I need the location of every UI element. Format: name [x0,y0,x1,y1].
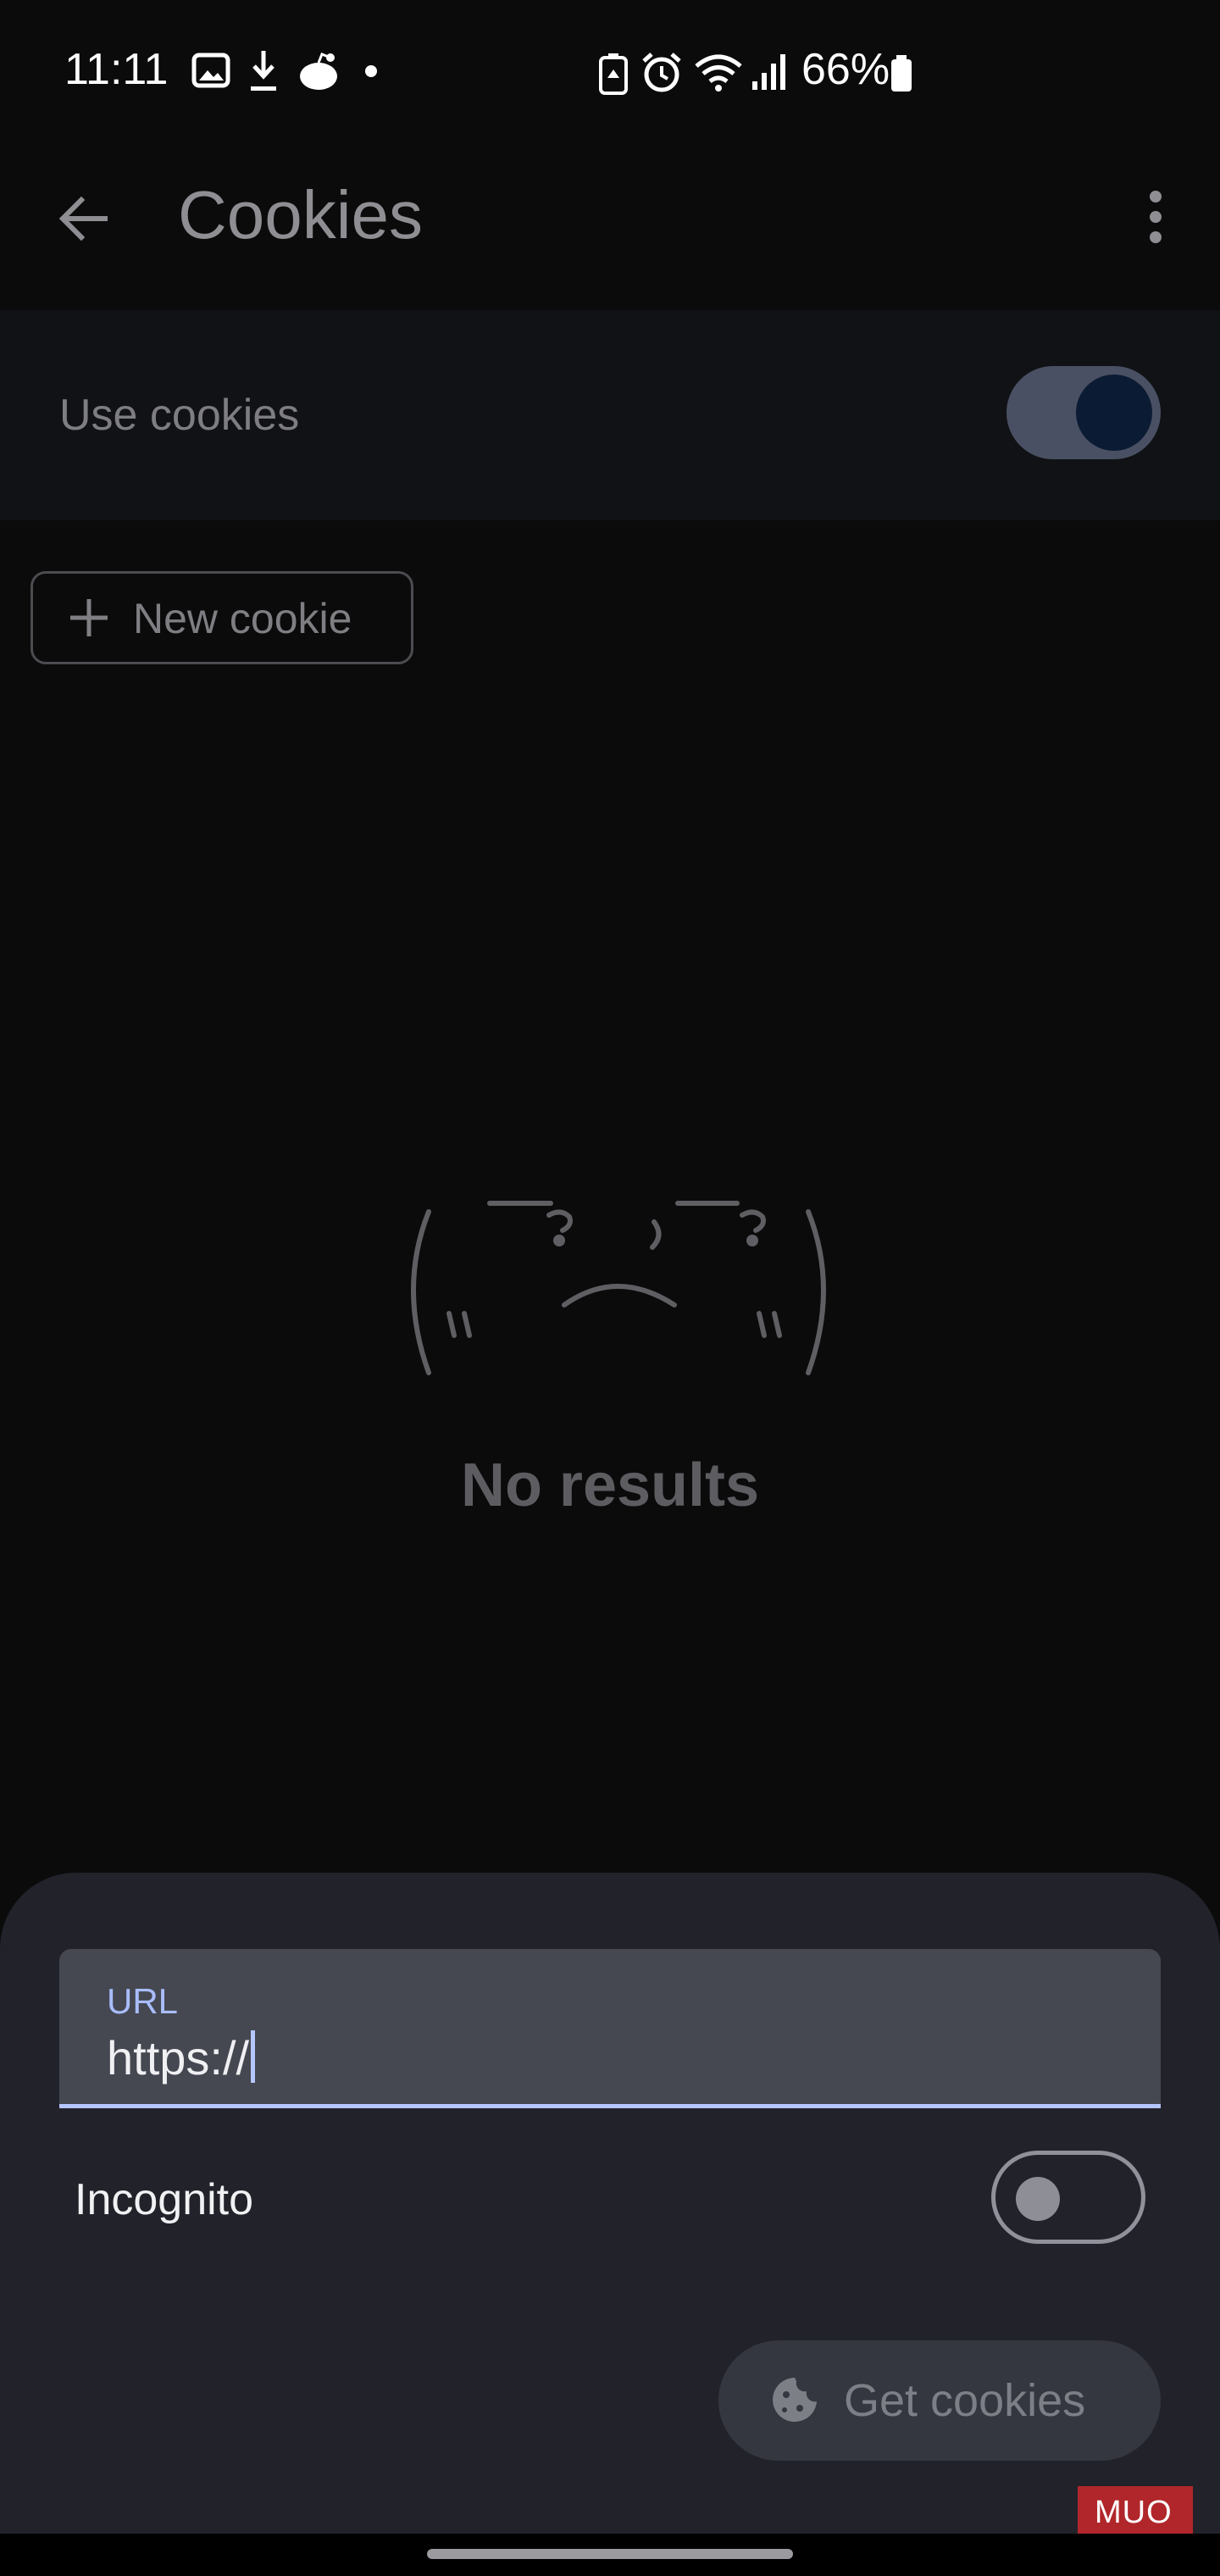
download-icon [251,51,276,91]
get-cookies-label: Get cookies [844,2375,1086,2426]
plus-icon [70,599,108,636]
battery-saver-icon [599,53,628,95]
url-input[interactable]: URL https:// [59,1949,1161,2108]
battery-percent: 66% [801,45,890,94]
get-cookies-button[interactable]: Get cookies [718,2340,1161,2461]
muo-watermark: MUO [1078,2486,1193,2540]
toggle-knob [1076,375,1152,451]
more-options-button[interactable] [1132,186,1179,247]
back-button[interactable] [53,188,114,249]
url-input-value[interactable]: https:// [107,2030,256,2085]
alarm-icon [642,53,681,92]
gallery-icon [191,53,230,88]
incognito-toggle[interactable] [991,2151,1145,2244]
incognito-label: Incognito [75,2175,254,2224]
dot-icon [365,65,377,77]
reddit-icon [300,53,337,90]
empty-state-text: No results [460,1452,760,1519]
status-bar: 11:11 66% [0,0,1220,144]
url-input-underline [59,2104,1161,2108]
url-input-label: URL [107,1981,179,2021]
toggle-knob [1016,2177,1060,2221]
cookie-icon [773,2378,817,2422]
status-time: 11:11 [64,45,169,94]
new-cookie-button[interactable]: New cookie [30,571,413,664]
home-gesture-handle[interactable] [427,2549,793,2559]
battery-icon [891,55,912,92]
new-cookie-label: New cookie [133,595,352,642]
wifi-icon [695,54,742,92]
use-cookies-label: Use cookies [59,391,300,440]
sad-emoticon-icon [411,1201,826,1375]
text-caret [251,2030,256,2083]
signal-icon [752,54,785,90]
use-cookies-toggle[interactable] [1006,366,1161,459]
page-title: Cookies [178,177,424,253]
